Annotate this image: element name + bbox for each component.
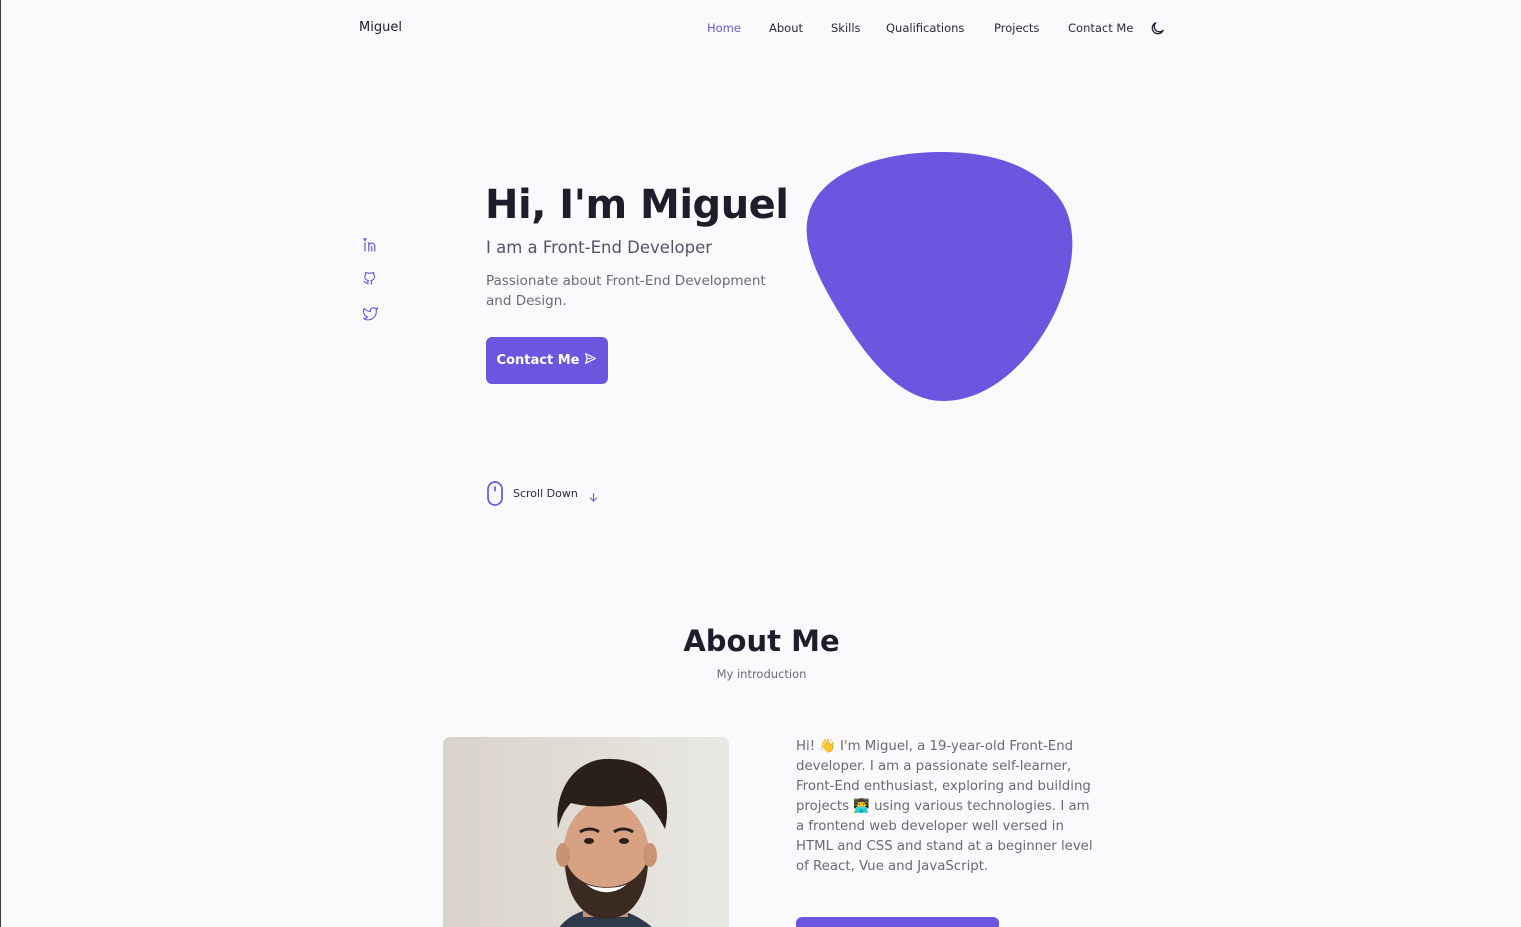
download-cv-button[interactable] [796, 917, 999, 927]
hero-description: Passionate about Front-End Development a… [486, 273, 766, 309]
twitter-icon[interactable] [362, 305, 380, 323]
nav-item-skills[interactable]: Skills [831, 21, 861, 35]
send-icon [584, 352, 597, 369]
nav-item-contact[interactable]: Contact Me [1068, 21, 1133, 35]
nav-item-about[interactable]: About [769, 21, 803, 35]
linkedin-icon[interactable] [362, 236, 380, 254]
about-description: Hi! 👋 I'm Miguel, a 19-year-old Front-En… [796, 739, 1093, 874]
hero-subtitle: I am a Front-End Developer [486, 238, 713, 257]
scroll-down-link[interactable]: Scroll Down [486, 481, 599, 506]
profile-photo [443, 737, 729, 927]
arrow-down-icon [588, 488, 599, 502]
about-title: About Me [683, 624, 840, 658]
contact-me-label: Contact Me [496, 353, 580, 368]
moon-icon[interactable] [1149, 20, 1166, 37]
logo[interactable]: Miguel [359, 20, 402, 35]
header: Miguel Home About Skills Qualifications … [1, 0, 1521, 58]
nav-item-projects[interactable]: Projects [994, 21, 1039, 35]
scroll-down-label: Scroll Down [513, 487, 578, 500]
contact-me-button[interactable]: Contact Me [486, 337, 608, 384]
mouse-icon [486, 481, 504, 506]
hero-image-blob [806, 151, 1074, 402]
hero-title: Hi, I'm Miguel [485, 182, 789, 228]
nav-item-qualifications[interactable]: Qualifications [886, 21, 964, 35]
nav-item-home[interactable]: Home [707, 21, 741, 35]
about-subtitle: My introduction [716, 667, 807, 681]
github-icon[interactable] [362, 271, 380, 289]
